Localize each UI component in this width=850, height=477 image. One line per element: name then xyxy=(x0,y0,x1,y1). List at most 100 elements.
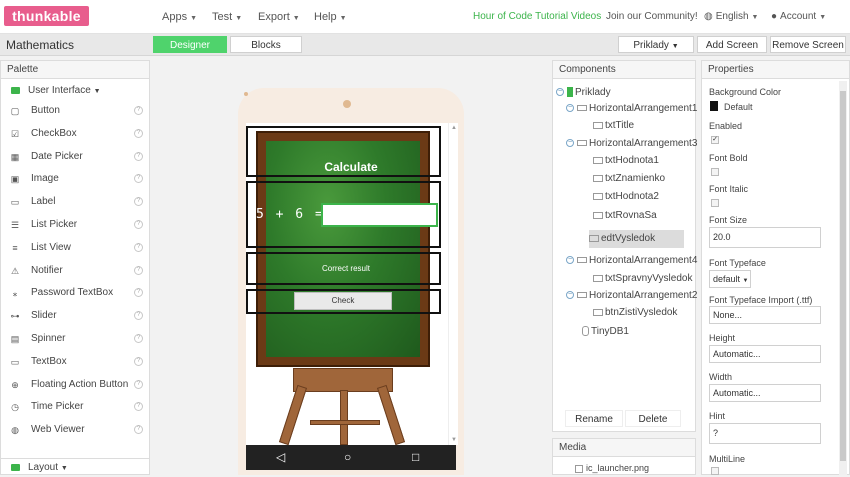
community-link[interactable]: Join our Community! xyxy=(606,11,698,22)
palette-item[interactable]: ▭ TextBox? xyxy=(7,354,147,370)
font-typeface-select[interactable]: default ▼ xyxy=(709,270,751,288)
palette-item[interactable]: ≡ List View? xyxy=(7,240,147,256)
palette-item[interactable]: ◷ Time Picker? xyxy=(7,399,147,415)
component-item[interactable]: txtHodnota2 xyxy=(593,190,659,204)
help-icon[interactable]: ? xyxy=(134,402,143,412)
height-input[interactable]: Automatic... xyxy=(709,345,821,363)
rename-button[interactable]: Rename xyxy=(565,410,623,427)
delete-button[interactable]: Delete xyxy=(625,410,681,427)
help-icon[interactable]: ? xyxy=(134,151,143,161)
home-icon[interactable]: ○ xyxy=(344,451,351,463)
palette-item[interactable]: ▤ Spinner? xyxy=(7,331,147,347)
nav-test-menu[interactable]: Test ▼ xyxy=(212,11,242,23)
palette-item[interactable]: ▦ Date Picker? xyxy=(7,149,147,165)
palette-item[interactable]: ☰ List Picker? xyxy=(7,217,147,233)
font-typeface-import-input[interactable]: None... xyxy=(709,306,821,324)
tab-designer[interactable]: Designer xyxy=(153,36,227,53)
hint-input[interactable]: ? xyxy=(709,423,821,444)
palette-item[interactable]: ⊕ Floating Action Button? xyxy=(7,377,147,393)
collapse-icon[interactable]: − xyxy=(556,88,564,97)
collapse-icon[interactable]: − xyxy=(566,104,574,113)
component-item[interactable]: − HorizontalArrangement2 xyxy=(566,289,697,303)
multiline-checkbox[interactable] xyxy=(711,467,719,475)
component-item[interactable]: TinyDB1 xyxy=(582,325,629,339)
back-icon[interactable]: ◁ xyxy=(276,451,285,463)
component-item[interactable]: − HorizontalArrangement1 xyxy=(566,102,697,116)
palette-item[interactable]: ⚠ Notifier? xyxy=(7,263,147,279)
label-icon: ▭ xyxy=(10,197,20,208)
account-menu[interactable]: ● Account ▼ xyxy=(771,11,826,22)
help-icon[interactable]: ? xyxy=(134,334,143,343)
nav-apps-menu[interactable]: Apps ▼ xyxy=(162,11,197,23)
palette-item[interactable]: ⊶ Slider? xyxy=(7,308,147,324)
width-input[interactable]: Automatic... xyxy=(709,384,821,402)
check-button[interactable]: Check xyxy=(294,292,392,310)
nav-export-menu[interactable]: Export ▼ xyxy=(258,11,300,23)
palette-item[interactable]: ⁎ Password TextBox? xyxy=(7,285,147,301)
language-menu[interactable]: ◍ English ▼ xyxy=(704,11,758,22)
component-item[interactable]: txtTitle xyxy=(593,119,634,133)
font-bold-checkbox[interactable] xyxy=(711,168,719,176)
multiline-label: MultiLine xyxy=(709,454,746,464)
enabled-checkbox[interactable]: ✓ xyxy=(711,136,719,144)
help-icon[interactable]: ? xyxy=(134,128,143,138)
hint-label: Hint xyxy=(709,411,726,421)
file-icon xyxy=(575,464,583,473)
scroll-up-icon[interactable]: ▲ xyxy=(451,125,457,131)
help-icon[interactable]: ? xyxy=(134,311,143,321)
font-size-input[interactable]: 20.0 xyxy=(709,227,821,248)
component-item[interactable]: btnZistiVysledok xyxy=(593,306,677,320)
component-item[interactable]: txtRovnaSa xyxy=(593,209,657,223)
help-icon[interactable]: ? xyxy=(134,220,143,229)
help-icon[interactable]: ? xyxy=(134,265,143,275)
tab-blocks[interactable]: Blocks xyxy=(230,36,302,53)
layout-group[interactable]: Layout ▼ xyxy=(0,458,150,475)
component-item[interactable]: txtSpravnyVysledok xyxy=(593,272,692,286)
color-swatch[interactable] xyxy=(710,101,718,111)
tutorial-videos-link[interactable]: Hour of Code Tutorial Videos xyxy=(473,11,601,22)
recents-icon[interactable]: □ xyxy=(412,451,419,463)
help-icon[interactable]: ? xyxy=(134,425,143,435)
palette-item-label: List Picker xyxy=(31,219,78,230)
help-icon[interactable]: ? xyxy=(134,379,143,389)
help-icon[interactable]: ? xyxy=(134,174,143,184)
add-screen-button[interactable]: Add Screen xyxy=(697,36,767,53)
help-icon[interactable]: ? xyxy=(134,197,143,207)
nav-help-menu[interactable]: Help ▼ xyxy=(314,11,347,23)
collapse-icon[interactable]: − xyxy=(566,256,574,265)
remove-screen-button[interactable]: Remove Screen xyxy=(770,36,846,53)
answer-input[interactable] xyxy=(321,203,438,227)
component-item[interactable]: txtHodnota1 xyxy=(593,154,659,168)
scrollbar-thumb[interactable] xyxy=(840,91,846,461)
textbox-icon xyxy=(589,234,599,242)
component-item[interactable]: txtZnamienko xyxy=(593,172,665,186)
slider-icon: ⊶ xyxy=(10,311,20,322)
media-file[interactable]: ic_launcher.png xyxy=(575,463,649,475)
thunkable-logo[interactable]: thunkable xyxy=(4,6,89,26)
collapse-icon[interactable]: − xyxy=(566,139,574,148)
properties-scrollbar[interactable] xyxy=(839,81,847,475)
component-root[interactable]: − Priklady xyxy=(556,86,611,100)
palette-item[interactable]: ◍ Web Viewer? xyxy=(7,422,147,438)
palette-item[interactable]: ▣ Image? xyxy=(7,171,147,187)
help-icon[interactable]: ? xyxy=(134,106,143,115)
component-item[interactable]: − HorizontalArrangement3 xyxy=(566,137,697,151)
user-interface-group[interactable]: User Interface ▼ xyxy=(1,83,149,99)
palette-item[interactable]: ▢ Button? xyxy=(7,103,147,119)
component-label: edtVysledok xyxy=(601,233,656,244)
font-italic-checkbox[interactable] xyxy=(711,199,719,207)
component-item[interactable]: − HorizontalArrangement4 xyxy=(566,254,697,268)
palette-item[interactable]: ▭ Label? xyxy=(7,194,147,210)
screen-scrollbar[interactable]: ▲ ▼ xyxy=(448,123,458,445)
font-typeface-import-label: Font Typeface Import (.ttf) xyxy=(709,295,813,305)
help-icon[interactable]: ? xyxy=(134,288,143,298)
help-icon[interactable]: ? xyxy=(134,356,143,366)
collapse-icon[interactable]: − xyxy=(566,291,574,300)
scroll-down-icon[interactable]: ▼ xyxy=(451,437,457,443)
palette-item[interactable]: ☑ CheckBox? xyxy=(7,126,147,142)
component-item[interactable]: edtVysledok xyxy=(589,230,684,248)
screen-selector[interactable]: Priklady ▼ xyxy=(618,36,694,53)
background-color-value[interactable]: Default xyxy=(724,102,753,112)
font-typeface-label: Font Typeface xyxy=(709,258,766,268)
help-icon[interactable]: ? xyxy=(134,242,143,252)
